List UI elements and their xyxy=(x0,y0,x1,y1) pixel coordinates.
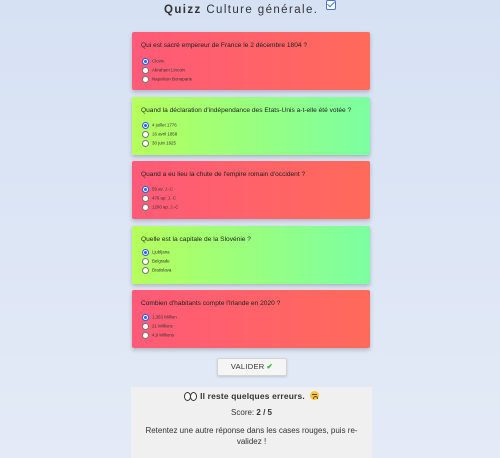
answer-label: 4,9 Millions xyxy=(152,332,174,338)
answer-option[interactable]: 30 juin 1925 xyxy=(142,139,176,147)
answer-option[interactable]: 1,363 Million xyxy=(142,313,177,321)
answer-option[interactable]: 59 av. J.-C xyxy=(142,185,173,193)
answer-label: Bratislava xyxy=(152,267,172,273)
answer-option[interactable]: Abraham Lincoln xyxy=(142,66,185,74)
radio-button[interactable] xyxy=(142,203,149,211)
answer-option[interactable]: Clovis xyxy=(142,57,164,65)
answer-option[interactable]: Napoléon Bonaparte xyxy=(142,75,193,83)
answer-label: 4 juillet 1776 xyxy=(152,122,177,128)
crying-face-emoji-icon xyxy=(310,391,320,401)
answer-label: Belgrade xyxy=(152,258,170,264)
score-value: 2 / 5 xyxy=(256,408,272,418)
answer-label: Ljubljana xyxy=(152,249,170,255)
answer-label: Clovis xyxy=(152,58,164,64)
answer-label: Abraham Lincoln xyxy=(152,67,185,73)
page-header: Quizz Culture générale. xyxy=(0,0,500,16)
answer-option[interactable]: Belgrade xyxy=(142,257,170,265)
checkbox-checked-icon xyxy=(325,0,336,10)
answer-option[interactable]: 476 ap. J.-C xyxy=(142,194,176,202)
radio-button[interactable] xyxy=(142,322,149,330)
radio-button[interactable] xyxy=(142,139,149,147)
radio-button[interactable] xyxy=(142,66,149,74)
submit-button[interactable]: VALIDER ✔ xyxy=(217,358,287,376)
header-title-rest: Culture générale. xyxy=(206,4,319,16)
eyes-emoji-icon xyxy=(183,391,197,401)
answer-option[interactable]: 16 avril 1858 xyxy=(142,130,178,138)
question-card-2: Quand la déclaration d'indépendance des … xyxy=(132,97,370,155)
radio-button[interactable] xyxy=(142,266,149,274)
radio-button[interactable] xyxy=(142,121,149,129)
radio-button[interactable] xyxy=(142,185,149,193)
radio-button[interactable] xyxy=(142,331,149,339)
radio-button[interactable] xyxy=(142,194,149,202)
answer-label: 21 Millions xyxy=(152,323,173,329)
question-card-5: Combien d'habitants compte l'Irlande en … xyxy=(132,290,370,348)
answer-option[interactable]: Bratislava xyxy=(142,266,172,274)
answer-label: 1,363 Million xyxy=(152,314,177,320)
submit-button-label: VALIDER xyxy=(230,362,265,371)
answer-option[interactable]: 4 juillet 1776 xyxy=(142,121,177,129)
answer-label: 59 av. J.-C xyxy=(152,186,173,192)
question-text: Combien d'habitants compte l'Irlande en … xyxy=(141,300,281,307)
radio-button[interactable] xyxy=(142,313,149,321)
result-message: Retentez une autre réponse dans les case… xyxy=(145,426,358,447)
question-card-4: Quelle est la capitale de la Slovénie ? … xyxy=(132,226,370,284)
score-label: Score: xyxy=(231,408,255,418)
question-text: Quelle est la capitale de la Slovénie ? xyxy=(141,236,251,243)
result-panel: Il reste quelques erreurs. Score: 2 / 5 … xyxy=(131,387,372,458)
answer-option[interactable]: 21 Millions xyxy=(142,322,173,330)
radio-button[interactable] xyxy=(142,75,149,83)
radio-button[interactable] xyxy=(142,248,149,256)
answer-label: 30 juin 1925 xyxy=(152,140,176,146)
score-line: Score: 2 / 5 xyxy=(131,408,372,417)
answer-option[interactable]: 1200 ap. J.-C xyxy=(142,203,179,211)
answer-option[interactable]: Ljubljana xyxy=(142,248,170,256)
question-card-3: Quand a eu lieu la chute de l'empire rom… xyxy=(132,161,370,219)
question-text: Quand la déclaration d'indépendance des … xyxy=(141,107,352,114)
answer-label: Napoléon Bonaparte xyxy=(152,76,193,82)
result-title: Il reste quelques erreurs. xyxy=(131,391,372,401)
radio-button[interactable] xyxy=(142,130,149,138)
question-card-1: Qui est sacré empereur de France le 2 dé… xyxy=(132,32,370,90)
answer-label: 476 ap. J.-C xyxy=(152,195,176,201)
header-title-bold: Quizz xyxy=(164,4,202,16)
result-title-text: Il reste quelques erreurs. xyxy=(200,391,305,401)
radio-button[interactable] xyxy=(142,257,149,265)
answer-label: 1200 ap. J.-C xyxy=(152,204,179,210)
question-text: Qui est sacré empereur de France le 2 dé… xyxy=(141,42,308,49)
answer-label: 16 avril 1858 xyxy=(152,131,178,137)
question-text: Quand a eu lieu la chute de l'empire rom… xyxy=(141,171,306,178)
radio-button[interactable] xyxy=(142,57,149,65)
answer-option[interactable]: 4,9 Millions xyxy=(142,331,174,339)
check-mark-icon: ✔ xyxy=(266,362,274,371)
